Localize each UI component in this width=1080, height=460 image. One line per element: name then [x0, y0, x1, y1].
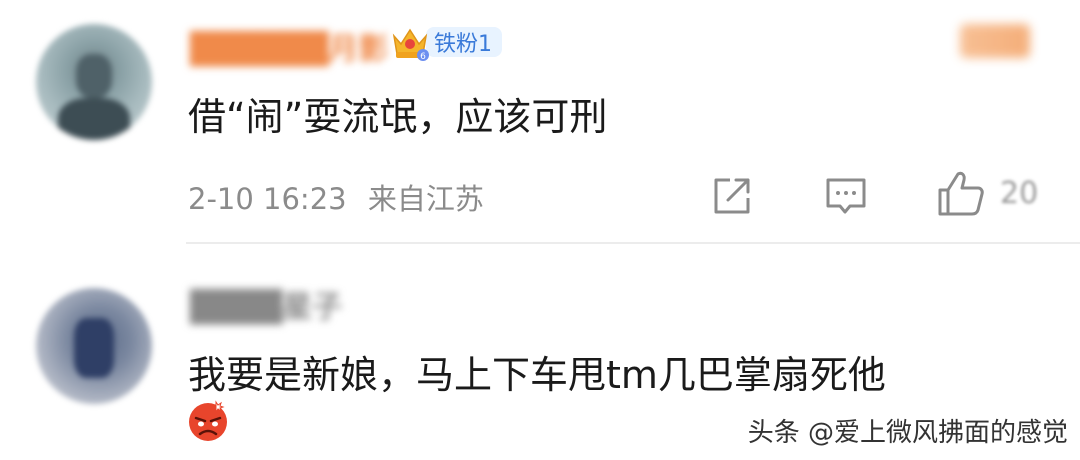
avatar[interactable] — [36, 288, 152, 404]
avatar[interactable] — [36, 24, 152, 140]
divider — [186, 242, 1080, 244]
crown-icon: 6 — [392, 28, 429, 62]
comment-location: 来自江苏 — [367, 182, 484, 216]
comment-text: 借“闹”耍流氓，应该可刑 — [188, 95, 608, 139]
username[interactable]: ██████月影 — [190, 24, 388, 68]
fan-badge-label: 铁粉1 — [426, 27, 502, 57]
reply-icon[interactable] — [824, 174, 868, 218]
share-icon[interactable] — [710, 174, 754, 218]
angry-emoji-icon — [189, 400, 227, 441]
watermark: 头条 @爱上微风拂面的感觉 — [747, 418, 1068, 448]
comment-date: 2-10 16:23 — [188, 182, 347, 216]
blurred-tag — [960, 24, 1030, 58]
fan-badge[interactable]: 6 铁粉1 — [390, 22, 502, 62]
like-icon[interactable] — [936, 168, 986, 218]
username[interactable]: ████星子 — [190, 282, 342, 326]
like-count: 20 — [1000, 176, 1039, 211]
comment-text: 我要是新娘，马上下车甩tm几巴掌扇死他 — [188, 353, 886, 397]
comment-meta: 2-10 16:23 来自江苏 — [188, 176, 496, 218]
svg-text:6: 6 — [420, 52, 426, 62]
